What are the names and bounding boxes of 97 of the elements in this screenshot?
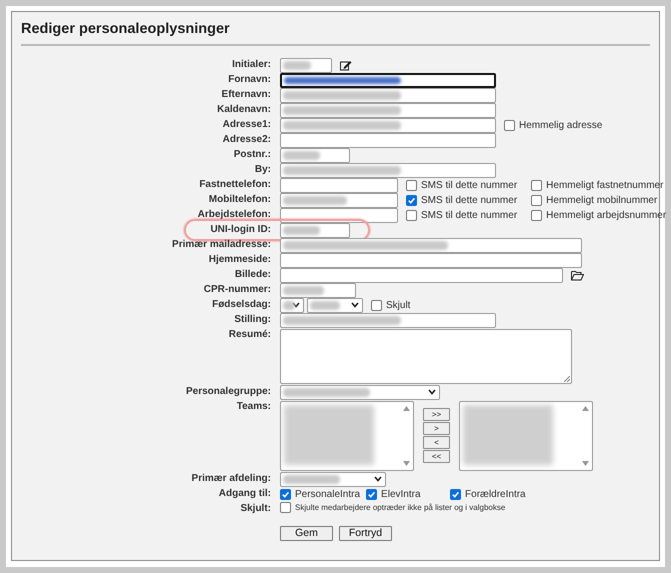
checkbox-label: SMS til dette nummer <box>421 208 518 223</box>
checkbox[interactable] <box>280 502 291 514</box>
list-box[interactable] <box>459 400 593 471</box>
field-label: Postnr.: <box>234 148 271 161</box>
blurred-text <box>283 474 340 484</box>
input-field[interactable] <box>280 148 350 163</box>
checkbox[interactable] <box>366 488 378 500</box>
checkbox-label: SMS til dette nummer <box>421 194 518 208</box>
move-button[interactable]: > <box>423 422 450 435</box>
checkbox-label: PersonaleIntra <box>295 488 360 502</box>
blurred-text <box>283 150 320 160</box>
chevron-down-icon <box>351 302 359 308</box>
form-button[interactable]: Gem <box>280 526 333 541</box>
folder-icon[interactable] <box>571 270 584 281</box>
scroll-down-icon <box>403 460 410 466</box>
input-field[interactable] <box>280 162 496 178</box>
checkbox-label: ForældreIntra <box>465 488 526 502</box>
text-area[interactable] <box>280 328 572 384</box>
input-field[interactable] <box>280 178 398 193</box>
checkbox[interactable] <box>371 300 382 311</box>
field-label: Kaldenavn: <box>217 104 271 116</box>
chevron-down-icon <box>428 389 436 396</box>
field-label: Primær afdeling: <box>192 472 271 485</box>
input-field[interactable] <box>280 312 496 328</box>
field-label: By: <box>254 164 271 176</box>
checkbox-label: Hemmeligt fastnetnummer <box>546 178 664 193</box>
field-label: Arbejdstelefon: <box>198 208 271 221</box>
input-field[interactable] <box>280 238 582 253</box>
dropdown[interactable] <box>280 472 386 487</box>
input-field[interactable] <box>280 268 563 283</box>
field-label: Initialer: <box>232 58 271 71</box>
chevron-down-icon <box>374 476 382 482</box>
field-label: Adresse2: <box>222 134 271 146</box>
input-field[interactable] <box>280 222 350 238</box>
checkbox[interactable] <box>450 488 462 500</box>
field-label: Skjult: <box>240 502 271 515</box>
list-box[interactable] <box>280 400 414 471</box>
checkbox[interactable] <box>280 488 291 500</box>
input-field[interactable] <box>280 88 496 103</box>
checkbox-label: Hemmeligt mobilnummer <box>546 194 658 208</box>
checkbox-label: SMS til dette nummer <box>421 178 518 193</box>
input-field[interactable] <box>280 252 582 268</box>
dropdown[interactable] <box>280 298 304 313</box>
field-label: Billede: <box>234 268 271 281</box>
edit-icon[interactable] <box>340 60 352 71</box>
checkbox-label: Skjulte medarbejdere optræder ikke på lister og i valgbokse <box>295 502 506 514</box>
checkbox[interactable] <box>406 210 417 221</box>
field-label: Primær mailadresse: <box>172 238 271 251</box>
dropdown[interactable] <box>280 384 440 400</box>
input-field[interactable] <box>280 282 356 298</box>
field-label: Fastnettelefon: <box>199 178 271 191</box>
checkbox[interactable] <box>531 210 542 221</box>
field-label: Efternavn: <box>222 88 271 101</box>
checkbox-label: ElevIntra <box>381 488 421 502</box>
move-button[interactable]: >> <box>423 408 450 421</box>
move-button[interactable]: < <box>423 436 450 449</box>
blurred-text <box>283 226 320 235</box>
blurred-text <box>283 286 324 295</box>
form-button[interactable]: Fortryd <box>339 526 392 541</box>
checkbox[interactable] <box>531 194 542 206</box>
checkbox-label: Hemmelig adresse <box>519 118 602 133</box>
scroll-up-icon <box>582 406 589 411</box>
field-label: UNI-login ID: <box>210 224 271 236</box>
blurred-text <box>310 300 340 310</box>
field-label: Fornavn: <box>228 74 271 86</box>
input-field[interactable] <box>280 132 496 148</box>
input-field[interactable] <box>280 192 398 208</box>
move-button[interactable]: << <box>423 450 450 463</box>
dropdown[interactable] <box>307 298 363 313</box>
field-label: CPR-nummer: <box>204 284 271 296</box>
checkbox-label: Hemmeligt arbejdsnummer <box>546 208 666 223</box>
input-field[interactable] <box>280 58 332 73</box>
blurred-text <box>283 60 310 70</box>
checkbox[interactable] <box>531 180 542 191</box>
resize-handle-icon <box>564 376 570 382</box>
input-field[interactable] <box>280 72 496 88</box>
field-label: Adgang til: <box>218 488 271 500</box>
field-label: Hjemmeside: <box>208 254 271 266</box>
input-field[interactable] <box>280 118 496 133</box>
field-label: Resumé: <box>228 328 271 341</box>
page-title: Rediger personaleoplysninger <box>21 20 231 39</box>
scroll-up-icon <box>403 406 410 411</box>
field-label: Fødselsdag: <box>212 298 271 311</box>
field-label: Adresse1: <box>222 118 271 131</box>
field-label: Stilling: <box>234 314 271 326</box>
checkbox[interactable] <box>406 180 417 191</box>
input-field[interactable] <box>280 102 496 118</box>
field-label: Teams: <box>236 400 271 413</box>
chevron-down-icon <box>292 302 300 308</box>
checkbox[interactable] <box>504 120 515 131</box>
blurred-text <box>283 300 296 310</box>
checkbox-label: Skjult <box>386 298 410 313</box>
field-label: Mobiltelefon: <box>208 194 271 206</box>
field-label: Personalegruppe: <box>186 386 271 398</box>
blurred-text <box>283 196 347 205</box>
scroll-down-icon <box>582 460 589 466</box>
checkbox[interactable] <box>406 194 417 206</box>
